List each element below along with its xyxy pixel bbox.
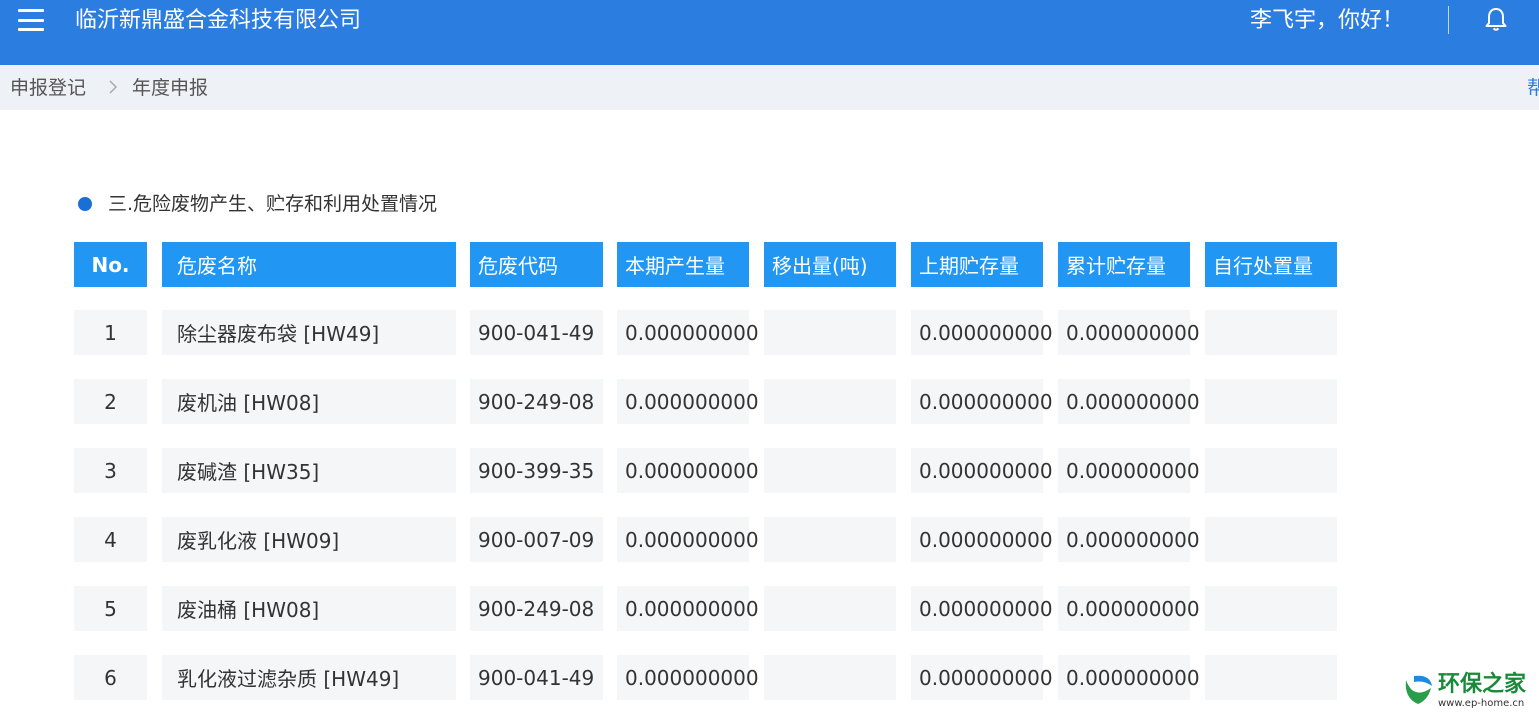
cell-prev[interactable]: 0.000000000 bbox=[911, 655, 1053, 700]
column-header-out: 移出量(吨) bbox=[764, 242, 896, 287]
company-name: 临沂新鼎盛合金科技有限公司 bbox=[75, 8, 362, 33]
cell-name: 废碱渣 [HW35] bbox=[162, 448, 456, 493]
breadcrumb: 申报登记 年度申报 帮 bbox=[0, 65, 1539, 110]
cell-acc[interactable]: 0.000000000 bbox=[1058, 586, 1200, 631]
column-header-current: 本期产生量 bbox=[617, 242, 749, 287]
column-header-no: No. bbox=[74, 242, 147, 287]
cell-code: 900-007-09 bbox=[470, 517, 603, 562]
cell-out[interactable] bbox=[764, 517, 896, 562]
column-header-name: 危废名称 bbox=[162, 242, 456, 287]
column-header-self: 自行处置量 bbox=[1205, 242, 1337, 287]
cell-out[interactable] bbox=[764, 310, 896, 355]
cell-self[interactable] bbox=[1205, 517, 1337, 562]
cell-prev[interactable]: 0.000000000 bbox=[911, 586, 1053, 631]
cell-no: 1 bbox=[74, 310, 147, 355]
cell-self[interactable] bbox=[1205, 448, 1337, 493]
chevron-right-icon bbox=[109, 80, 118, 94]
top-navbar: 临沂新鼎盛合金科技有限公司 李飞宇，你好！ bbox=[0, 0, 1539, 65]
cell-current[interactable]: 0.000000000 bbox=[617, 655, 759, 700]
cell-self[interactable] bbox=[1205, 379, 1337, 424]
cell-current[interactable]: 0.000000000 bbox=[617, 586, 759, 631]
breadcrumb-item-declaration[interactable]: 申报登记 bbox=[10, 75, 86, 101]
cell-out[interactable] bbox=[764, 586, 896, 631]
menu-icon[interactable] bbox=[18, 9, 44, 31]
cell-no: 2 bbox=[74, 379, 147, 424]
cell-out[interactable] bbox=[764, 448, 896, 493]
cell-acc[interactable]: 0.000000000 bbox=[1058, 517, 1200, 562]
cell-name: 废乳化液 [HW09] bbox=[162, 517, 456, 562]
cell-no: 5 bbox=[74, 586, 147, 631]
cell-name: 废机油 [HW08] bbox=[162, 379, 456, 424]
cell-name: 除尘器废布袋 [HW49] bbox=[162, 310, 456, 355]
cell-no: 6 bbox=[74, 655, 147, 700]
cell-code: 900-041-49 bbox=[470, 310, 603, 355]
cell-name: 乳化液过滤杂质 [HW49] bbox=[162, 655, 456, 700]
cell-acc[interactable]: 0.000000000 bbox=[1058, 379, 1200, 424]
cell-self[interactable] bbox=[1205, 655, 1337, 700]
column-header-prev: 上期贮存量 bbox=[911, 242, 1043, 287]
breadcrumb-item-annual: 年度申报 bbox=[132, 77, 209, 99]
cell-acc[interactable]: 0.000000000 bbox=[1058, 448, 1200, 493]
bullet-dot-icon bbox=[78, 197, 92, 211]
cell-current[interactable]: 0.000000000 bbox=[617, 448, 759, 493]
cell-code: 900-249-08 bbox=[470, 586, 603, 631]
cell-self[interactable] bbox=[1205, 586, 1337, 631]
cell-current[interactable]: 0.000000000 bbox=[617, 379, 759, 424]
cell-code: 900-249-08 bbox=[470, 379, 603, 424]
column-header-acc: 累计贮存量 bbox=[1058, 242, 1190, 287]
watermark-logo: 环保之家 www.ep-home.cn bbox=[1398, 668, 1539, 715]
leaf-icon bbox=[1405, 675, 1432, 704]
cell-current[interactable]: 0.000000000 bbox=[617, 310, 759, 355]
cell-prev[interactable]: 0.000000000 bbox=[911, 448, 1053, 493]
cell-no: 3 bbox=[74, 448, 147, 493]
watermark-name: 环保之家 bbox=[1438, 672, 1527, 697]
user-greeting[interactable]: 李飞宇，你好！ bbox=[1250, 6, 1404, 36]
bell-icon[interactable] bbox=[1482, 5, 1510, 33]
cell-acc[interactable]: 0.000000000 bbox=[1058, 310, 1200, 355]
cell-out[interactable] bbox=[764, 379, 896, 424]
watermark-url: www.ep-home.cn bbox=[1438, 698, 1525, 709]
cell-prev[interactable]: 0.000000000 bbox=[911, 379, 1053, 424]
cell-prev[interactable]: 0.000000000 bbox=[911, 310, 1053, 355]
cell-prev[interactable]: 0.000000000 bbox=[911, 517, 1053, 562]
cell-no: 4 bbox=[74, 517, 147, 562]
help-link[interactable]: 帮 bbox=[1527, 75, 1539, 101]
section-title: 三.危险废物产生、贮存和利用处置情况 bbox=[108, 193, 438, 215]
cell-out[interactable] bbox=[764, 655, 896, 700]
cell-self[interactable] bbox=[1205, 310, 1337, 355]
cell-acc[interactable]: 0.000000000 bbox=[1058, 655, 1200, 700]
cell-code: 900-041-49 bbox=[470, 655, 603, 700]
header-divider bbox=[1448, 6, 1449, 34]
cell-name: 废油桶 [HW08] bbox=[162, 586, 456, 631]
cell-current[interactable]: 0.000000000 bbox=[617, 517, 759, 562]
cell-code: 900-399-35 bbox=[470, 448, 603, 493]
column-header-code: 危废代码 bbox=[470, 242, 603, 287]
